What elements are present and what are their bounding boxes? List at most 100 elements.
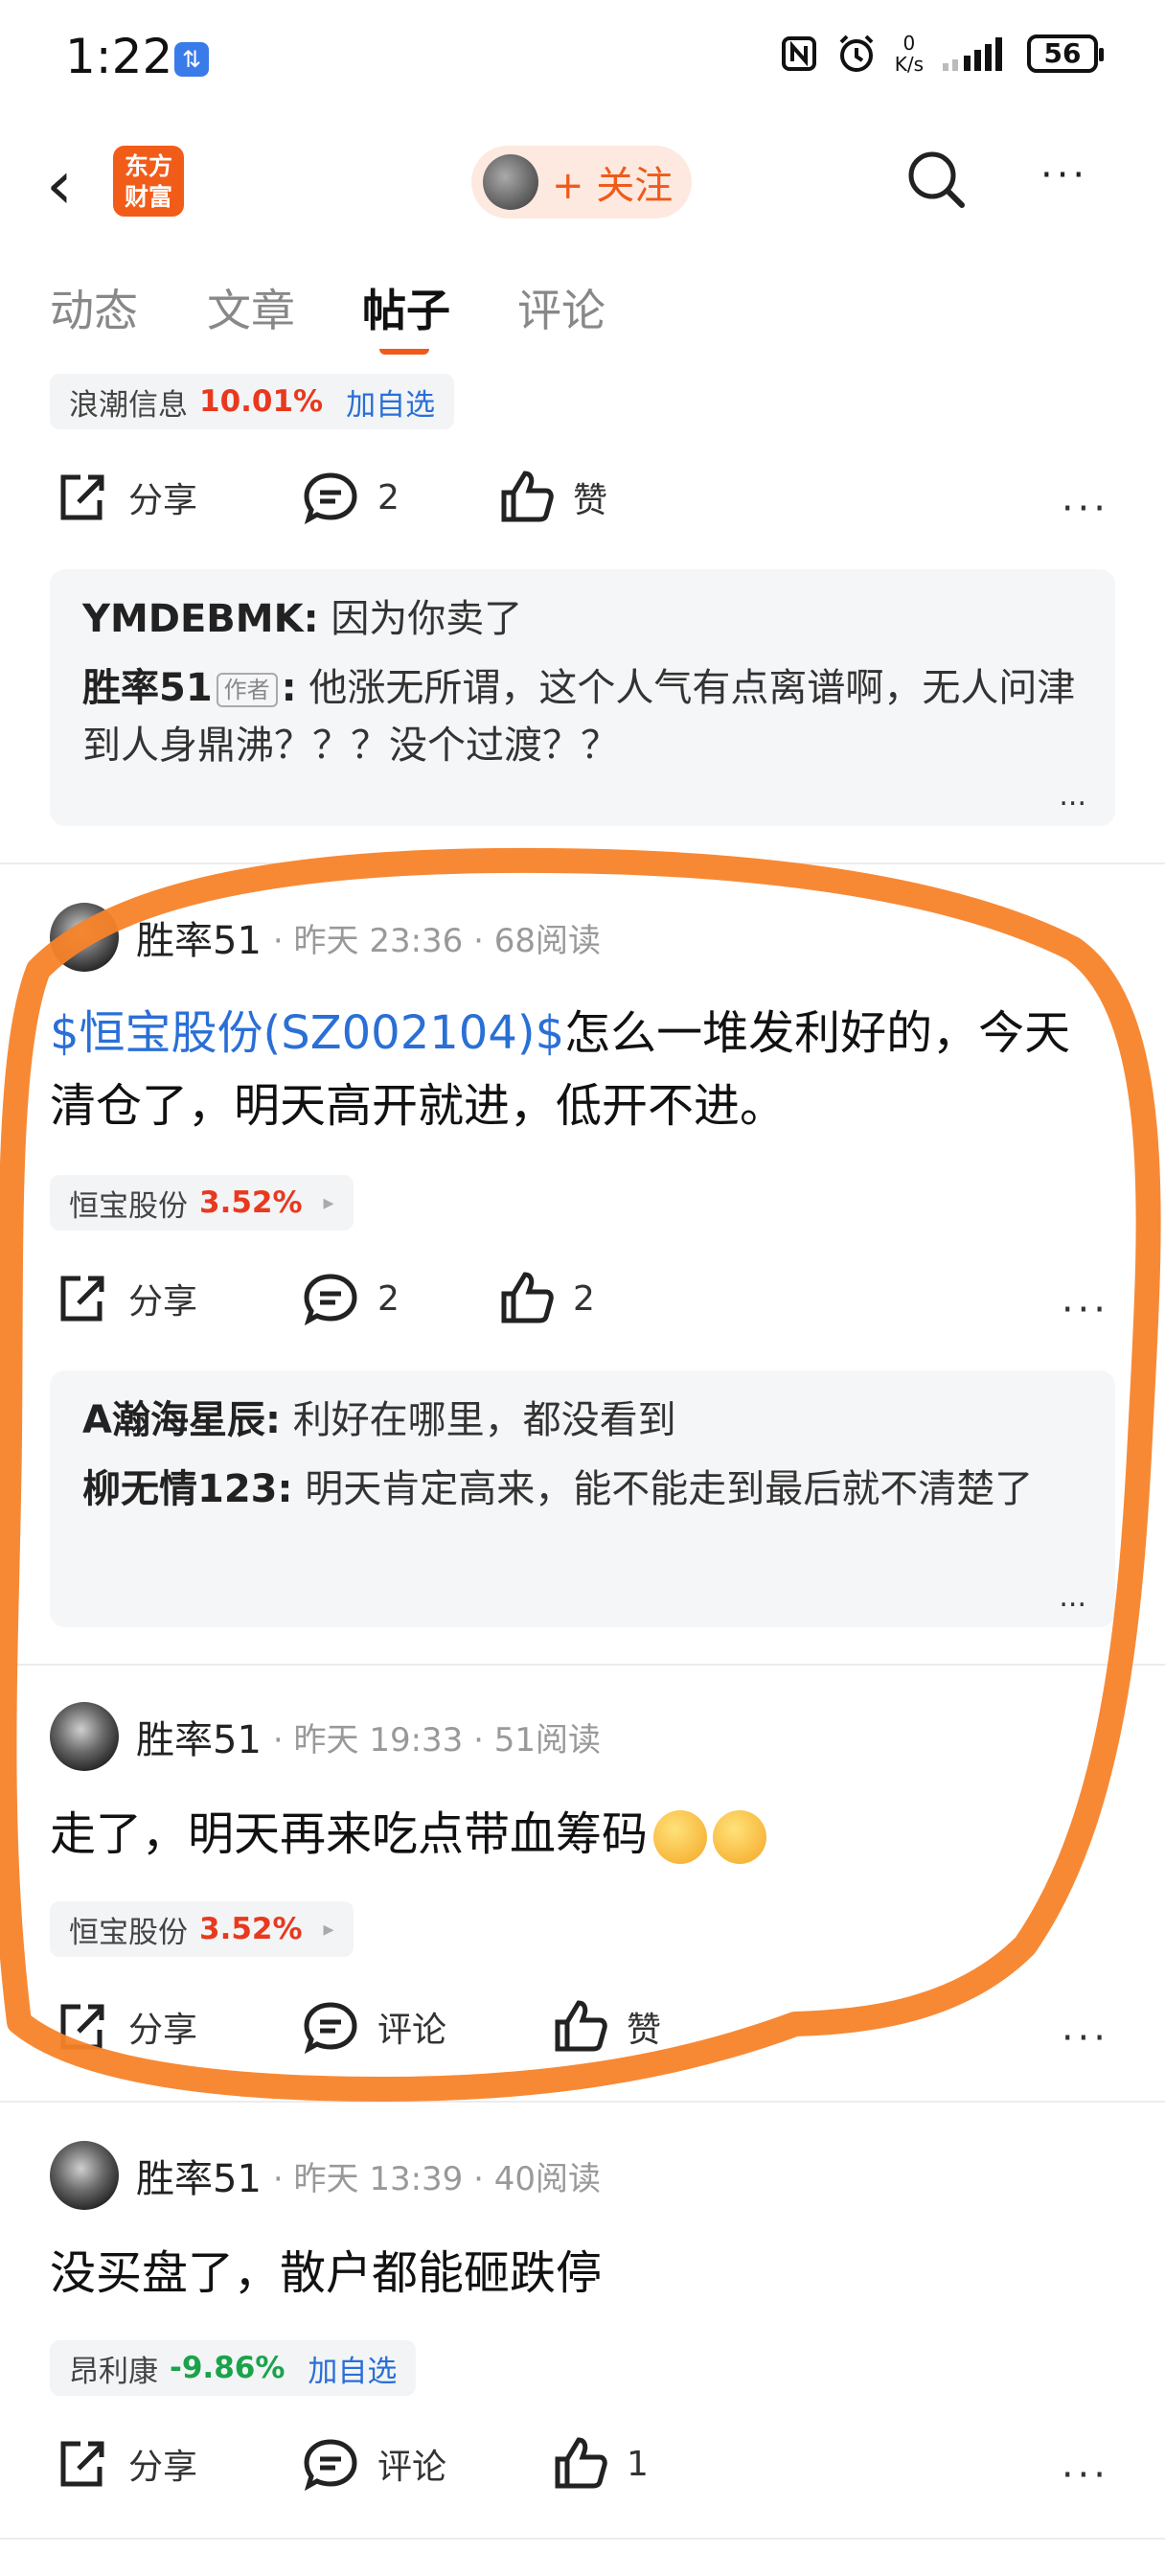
- comment-more-icon[interactable]: ...: [1059, 779, 1086, 813]
- divider: [0, 862, 1165, 864]
- author-badge: 作者: [216, 673, 278, 707]
- comment-item: A瀚海星辰: 利好在哪里，都没看到: [82, 1398, 676, 1442]
- add-watchlist-link[interactable]: 加自选: [346, 380, 435, 424]
- author-name[interactable]: 胜率51: [136, 909, 262, 965]
- post-header: 胜率51 · 昨天 23:36 · 68阅读: [50, 903, 601, 972]
- follow-label: + 关注: [552, 164, 674, 208]
- stock-name: 浪潮信息: [69, 387, 188, 423]
- chevron-right-icon: ▸: [323, 1190, 334, 1215]
- comment-button[interactable]: 评论: [303, 1999, 446, 2055]
- share-icon: [60, 2004, 104, 2050]
- tab-comments[interactable]: 评论: [517, 276, 605, 339]
- thumbs-up-icon: [555, 2000, 607, 2052]
- status-time: 1:22: [65, 29, 173, 84]
- alarm-icon: [839, 34, 874, 72]
- top-nav: ‹ 东方 财富 + 关注 ···: [0, 134, 1165, 240]
- stock-name: 昂利康: [69, 2354, 158, 2389]
- more-options-icon[interactable]: ···: [1062, 2016, 1109, 2060]
- stock-name: 恒宝股份: [69, 1188, 188, 1224]
- like-label: 赞: [573, 481, 608, 520]
- app-logo: 东方 财富: [113, 146, 184, 217]
- comment-button[interactable]: 评论: [303, 2436, 446, 2492]
- stock-chip[interactable]: 浪潮信息 10.01% 加自选: [50, 374, 455, 429]
- like-button[interactable]: 赞: [498, 470, 607, 525]
- signal-icon: [943, 37, 1002, 71]
- divider: [0, 1664, 1165, 1666]
- avatar[interactable]: [50, 2141, 119, 2210]
- post-actions: 分享 2 赞 ···: [0, 470, 1165, 537]
- follow-button[interactable]: + 关注: [471, 146, 692, 218]
- stock-name: 恒宝股份: [69, 1915, 188, 1950]
- comment-item: 胜率51 作者: 他涨无所谓，这个人气有点离谱啊，无人问津到人身鼎沸？？？没个过渡…: [82, 666, 1076, 768]
- share-label: 分享: [128, 481, 198, 520]
- like-count: 2: [573, 1278, 595, 1319]
- stock-chip[interactable]: 恒宝股份 3.52% ▸: [50, 1175, 354, 1230]
- active-tab-indicator: [379, 349, 429, 355]
- more-options-icon[interactable]: ···: [1062, 1288, 1109, 1332]
- back-icon[interactable]: ‹: [46, 151, 73, 218]
- share-label: 分享: [128, 2448, 198, 2487]
- tab-articles[interactable]: 文章: [207, 276, 295, 339]
- comment-button[interactable]: 2: [303, 470, 400, 525]
- comment-item: 柳无情123: 明天肯定高来，能不能走到最后就不清楚了: [82, 1467, 1034, 1511]
- tab-posts[interactable]: 帖子: [362, 276, 450, 339]
- search-icon[interactable]: [904, 148, 968, 211]
- stock-chip[interactable]: 恒宝股份 3.52% ▸: [50, 1901, 354, 1957]
- like-count: 1: [627, 2444, 649, 2484]
- comment-icon: [304, 472, 357, 525]
- status-icons: 0 K/s 56: [780, 33, 1104, 75]
- share-button[interactable]: 分享: [54, 2436, 197, 2492]
- stock-change: 3.52%: [199, 1185, 303, 1220]
- like-button[interactable]: 赞: [552, 1999, 661, 2055]
- status-bar: 1:22 ⇅ 0 K/s 56: [0, 0, 1165, 115]
- comment-icon: [304, 2439, 357, 2492]
- data-transfer-icon: ⇅: [174, 42, 209, 77]
- post-body[interactable]: 没买盘了，散户都能砸跌停: [50, 2237, 1113, 2310]
- post-body[interactable]: 走了，明天再来吃点带血筹码: [50, 1798, 1113, 1871]
- stock-tag-link[interactable]: $恒宝股份(SZ002104)$: [50, 1006, 564, 1060]
- comment-count: 2: [377, 477, 400, 518]
- comment-button[interactable]: 2: [303, 1271, 400, 1326]
- thumbs-up-icon: [555, 2437, 607, 2489]
- like-button[interactable]: 1: [552, 2436, 649, 2492]
- comment-more-icon[interactable]: ...: [1059, 1580, 1086, 1614]
- comment-count: 2: [377, 1278, 400, 1319]
- author-name[interactable]: 胜率51: [136, 2148, 262, 2203]
- stock-change: 10.01%: [199, 384, 324, 419]
- comment-item: YMDEBMK: 因为你卖了: [82, 597, 523, 641]
- post-header: 胜率51 · 昨天 13:39 · 40阅读: [50, 2141, 601, 2210]
- share-button[interactable]: 分享: [54, 1271, 197, 1326]
- avatar: [483, 154, 538, 210]
- smile-emoji-icon: [653, 1810, 708, 1864]
- like-button[interactable]: 2: [498, 1271, 595, 1326]
- avatar[interactable]: [50, 1702, 119, 1771]
- share-icon: [60, 1276, 104, 1322]
- tab-dynamics[interactable]: 动态: [50, 276, 138, 339]
- avatar[interactable]: [50, 903, 119, 972]
- add-watchlist-link[interactable]: 加自选: [308, 2347, 397, 2390]
- battery-indicator: 56: [1027, 34, 1104, 73]
- divider: [0, 2101, 1165, 2103]
- tab-bar: 动态 文章 帖子 评论: [0, 276, 1165, 362]
- comment-label: 评论: [377, 2011, 447, 2050]
- share-button[interactable]: 分享: [54, 1999, 197, 2055]
- smile-emoji-icon: [713, 1810, 767, 1864]
- like-label: 赞: [627, 2011, 662, 2050]
- more-options-icon[interactable]: ···: [1062, 487, 1109, 531]
- comment-icon: [304, 2002, 357, 2055]
- post-actions: 分享 评论 赞 ···: [0, 1999, 1165, 2066]
- more-options-icon[interactable]: ···: [1062, 2453, 1109, 2497]
- post-meta: · 昨天 19:33 · 51阅读: [272, 1720, 601, 1760]
- post-actions: 分享 2 2 ···: [0, 1271, 1165, 1338]
- stock-chip[interactable]: 昂利康 -9.86% 加自选: [50, 2340, 417, 2396]
- share-button[interactable]: 分享: [54, 470, 197, 525]
- author-name[interactable]: 胜率51: [136, 1709, 262, 1764]
- post-header: 胜率51 · 昨天 19:33 · 51阅读: [50, 1702, 601, 1771]
- thumbs-up-icon: [501, 471, 554, 522]
- comment-icon: [304, 1274, 357, 1326]
- more-options-icon[interactable]: ···: [1040, 153, 1088, 197]
- post-body[interactable]: $恒宝股份(SZ002104)$怎么一堆发利好的，今天清仓了，明天高开就进，低开…: [50, 997, 1113, 1142]
- comment-preview[interactable]: A瀚海星辰: 利好在哪里，都没看到 柳无情123: 明天肯定高来，能不能走到最后…: [50, 1370, 1115, 1627]
- share-icon: [60, 2441, 104, 2487]
- comment-preview[interactable]: YMDEBMK: 因为你卖了 胜率51 作者: 他涨无所谓，这个人气有点离谱啊，无…: [50, 569, 1115, 826]
